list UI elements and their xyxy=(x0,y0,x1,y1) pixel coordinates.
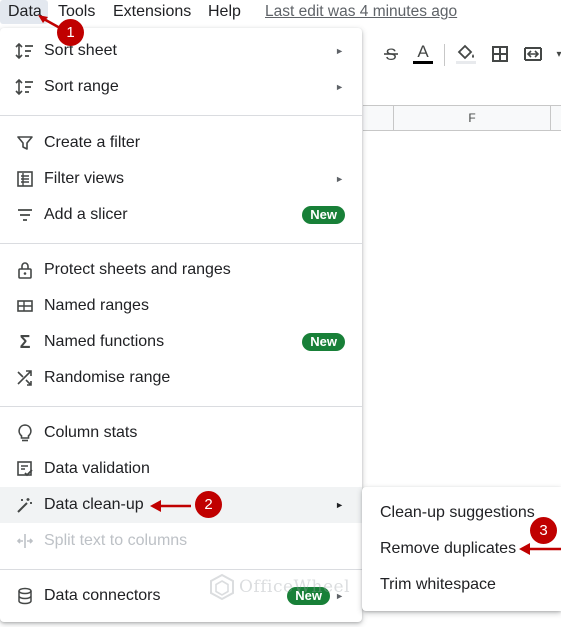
step-badge-2: 2 xyxy=(195,491,222,518)
annotation-arrows xyxy=(38,15,561,555)
step-badge-3: 3 xyxy=(530,517,557,544)
annotation-arrow-2 xyxy=(150,500,191,512)
step-badge-1: 1 xyxy=(57,19,84,46)
annotation-arrow-1 xyxy=(38,15,61,30)
annotation-arrow-3 xyxy=(519,543,561,555)
